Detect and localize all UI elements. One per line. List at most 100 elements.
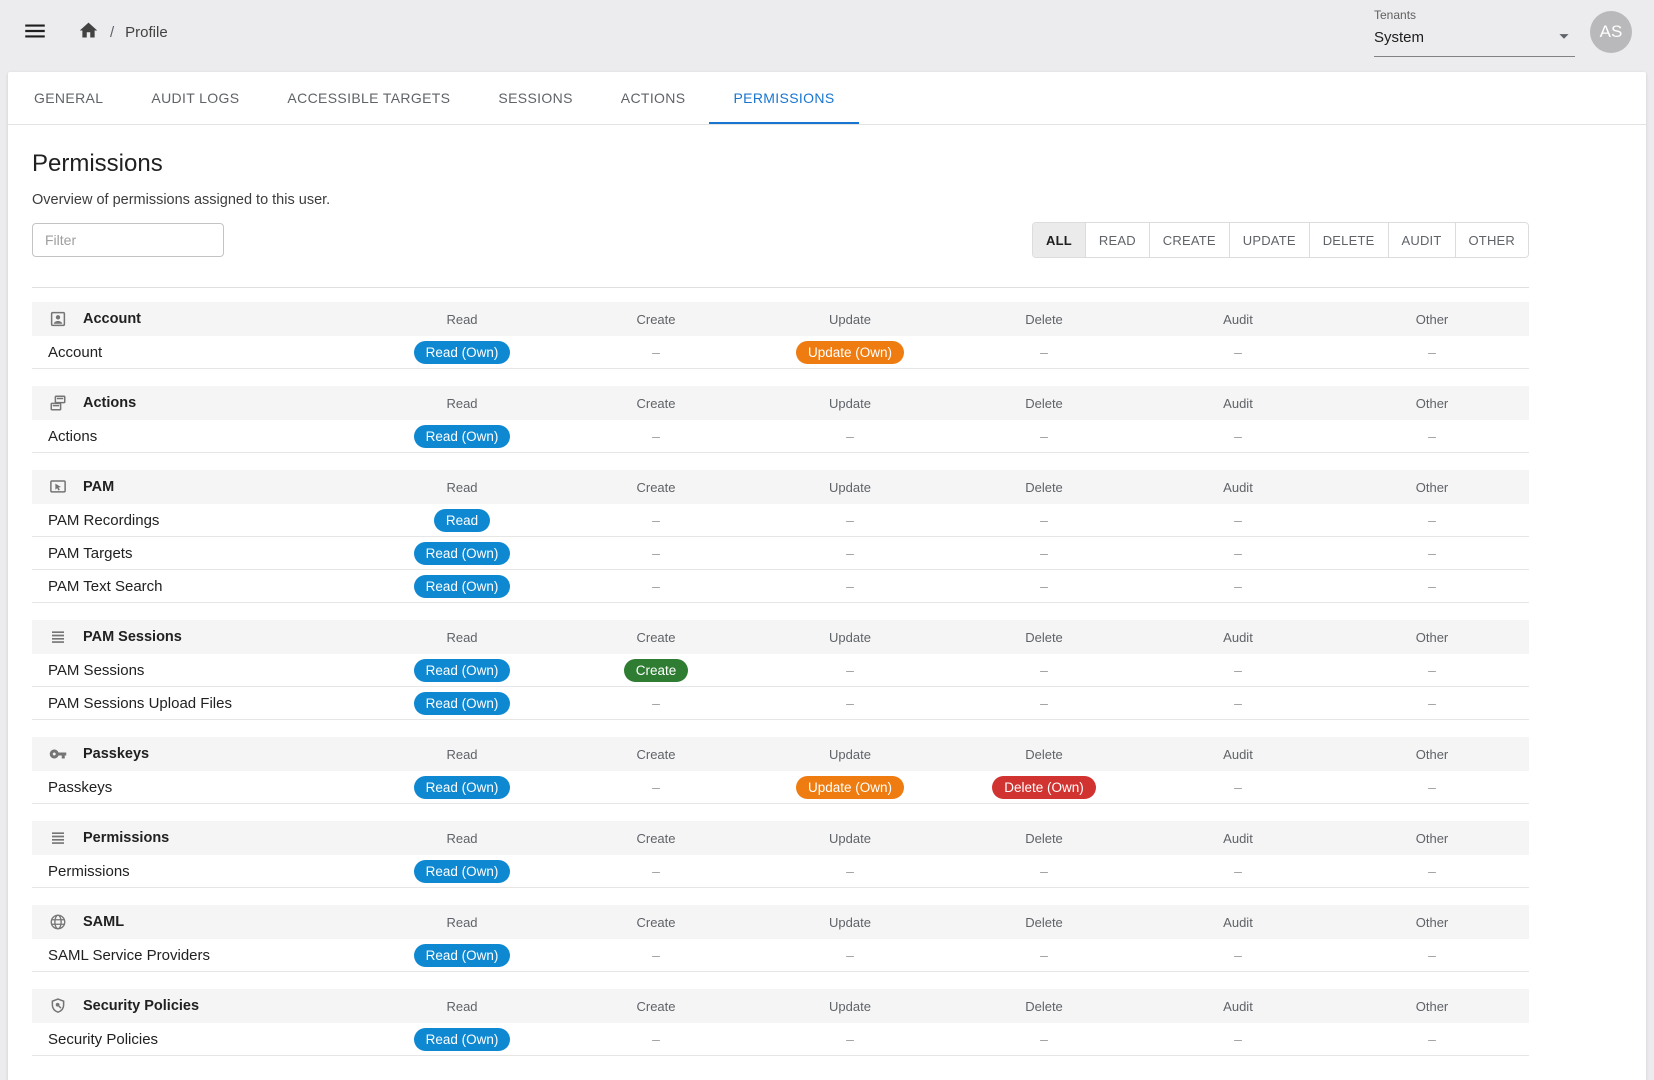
- breadcrumb-item-profile[interactable]: Profile: [125, 24, 168, 41]
- filter-other-button[interactable]: OTHER: [1455, 223, 1529, 257]
- filter-all-button[interactable]: ALL: [1033, 223, 1085, 257]
- key-icon: [49, 745, 67, 763]
- column-header-read: Read: [365, 312, 559, 327]
- empty-marker: –: [846, 578, 854, 594]
- row-name: Account: [32, 344, 365, 361]
- empty-marker: –: [1428, 863, 1436, 879]
- empty-cell: –: [1141, 863, 1335, 879]
- column-header-other: Other: [1335, 630, 1529, 645]
- page-title: Permissions: [32, 125, 1529, 178]
- empty-marker: –: [652, 578, 660, 594]
- section-title: Passkeys: [83, 746, 149, 762]
- empty-cell: –: [947, 695, 1141, 711]
- empty-cell: –: [1335, 344, 1529, 360]
- table-row: PAM TargetsRead (Own)–––––: [32, 537, 1529, 570]
- tenant-select[interactable]: Tenants System: [1374, 8, 1575, 57]
- column-header-other: Other: [1335, 831, 1529, 846]
- column-header-delete: Delete: [947, 999, 1141, 1014]
- empty-cell: –: [1335, 512, 1529, 528]
- permission-badge: Update (Own): [796, 776, 904, 799]
- column-header-audit: Audit: [1141, 630, 1335, 645]
- empty-marker: –: [1040, 578, 1048, 594]
- column-header-other: Other: [1335, 915, 1529, 930]
- column-header-update: Update: [753, 312, 947, 327]
- tab-audit-logs[interactable]: AUDIT LOGS: [127, 72, 263, 124]
- permission-cell: Update (Own): [753, 341, 947, 364]
- filter-delete-button[interactable]: DELETE: [1309, 223, 1388, 257]
- avatar-initials: AS: [1600, 22, 1623, 42]
- permission-badge: Read (Own): [414, 425, 511, 448]
- empty-marker: –: [1428, 344, 1436, 360]
- filter-input[interactable]: [32, 223, 224, 257]
- permission-badge: Read: [434, 509, 490, 532]
- empty-cell: –: [753, 947, 947, 963]
- column-header-read: Read: [365, 831, 559, 846]
- section-title-cell: Passkeys: [32, 745, 365, 763]
- table-row: AccountRead (Own) – Update (Own) – – –: [32, 336, 1529, 369]
- empty-cell: –: [1335, 695, 1529, 711]
- empty-cell: –: [1141, 695, 1335, 711]
- permission-badge: Read (Own): [414, 944, 511, 967]
- menu-button[interactable]: [14, 11, 56, 53]
- permission-badge: Read (Own): [414, 776, 511, 799]
- row-name: PAM Targets: [32, 545, 365, 562]
- column-header-read: Read: [365, 480, 559, 495]
- table-row: SAML Service ProvidersRead (Own)–––––: [32, 939, 1529, 972]
- column-header-update: Update: [753, 831, 947, 846]
- tab-actions[interactable]: ACTIONS: [597, 72, 710, 124]
- column-header-audit: Audit: [1141, 915, 1335, 930]
- tab-sessions[interactable]: SESSIONS: [474, 72, 596, 124]
- tenant-select-value: System: [1374, 29, 1424, 46]
- empty-cell: –: [1335, 779, 1529, 795]
- column-header-audit: Audit: [1141, 831, 1335, 846]
- empty-cell: –: [559, 1031, 753, 1047]
- permission-cell: Read (Own): [365, 341, 559, 364]
- section-title: Security Policies: [83, 998, 199, 1014]
- table-row: ActionsRead (Own)–––––: [32, 420, 1529, 453]
- column-header-other: Other: [1335, 312, 1529, 327]
- section-header-row: Security PoliciesReadCreateUpdateDeleteA…: [32, 989, 1529, 1023]
- empty-cell: –: [559, 545, 753, 561]
- section-title-cell: PAM Sessions: [32, 628, 365, 646]
- empty-marker: –: [652, 1031, 660, 1047]
- column-header-other: Other: [1335, 999, 1529, 1014]
- avatar[interactable]: AS: [1590, 11, 1632, 53]
- permission-cell: Read (Own): [365, 860, 559, 883]
- empty-marker: –: [652, 863, 660, 879]
- table-row: PermissionsRead (Own)–––––: [32, 855, 1529, 888]
- page-subtitle: Overview of permissions assigned to this…: [32, 192, 1529, 208]
- row-name: PAM Recordings: [32, 512, 365, 529]
- topbar: / Profile Tenants System AS: [0, 0, 1654, 64]
- empty-marker: –: [1040, 695, 1048, 711]
- column-header-update: Update: [753, 396, 947, 411]
- breadcrumb-home[interactable]: [78, 20, 99, 45]
- tab-permissions[interactable]: PERMISSIONS: [709, 72, 858, 124]
- filter-update-button[interactable]: UPDATE: [1229, 223, 1309, 257]
- filter-read-button[interactable]: READ: [1085, 223, 1149, 257]
- permission-cell: Create: [559, 659, 753, 682]
- column-header-update: Update: [753, 480, 947, 495]
- column-header-delete: Delete: [947, 480, 1141, 495]
- empty-cell: –: [559, 695, 753, 711]
- filter-create-button[interactable]: CREATE: [1149, 223, 1229, 257]
- empty-cell: –: [1141, 428, 1335, 444]
- permission-badge: Update (Own): [796, 341, 904, 364]
- column-header-create: Create: [559, 396, 753, 411]
- empty-marker: –: [1040, 344, 1048, 360]
- empty-cell: –: [559, 344, 753, 360]
- permission-badge: Create: [624, 659, 689, 682]
- tab-accessible-targets[interactable]: ACCESSIBLE TARGETS: [263, 72, 474, 124]
- empty-cell: –: [559, 947, 753, 963]
- column-header-delete: Delete: [947, 747, 1141, 762]
- empty-marker: –: [1234, 344, 1242, 360]
- permission-cell: Read (Own): [365, 776, 559, 799]
- empty-marker: –: [1428, 779, 1436, 795]
- column-header-create: Create: [559, 480, 753, 495]
- column-header-create: Create: [559, 747, 753, 762]
- empty-marker: –: [846, 512, 854, 528]
- empty-marker: –: [652, 344, 660, 360]
- filter-audit-button[interactable]: AUDIT: [1388, 223, 1455, 257]
- tab-general[interactable]: GENERAL: [10, 72, 127, 124]
- permission-cell: Read (Own): [365, 1028, 559, 1051]
- section-header-row: PAM SessionsReadCreateUpdateDeleteAuditO…: [32, 620, 1529, 654]
